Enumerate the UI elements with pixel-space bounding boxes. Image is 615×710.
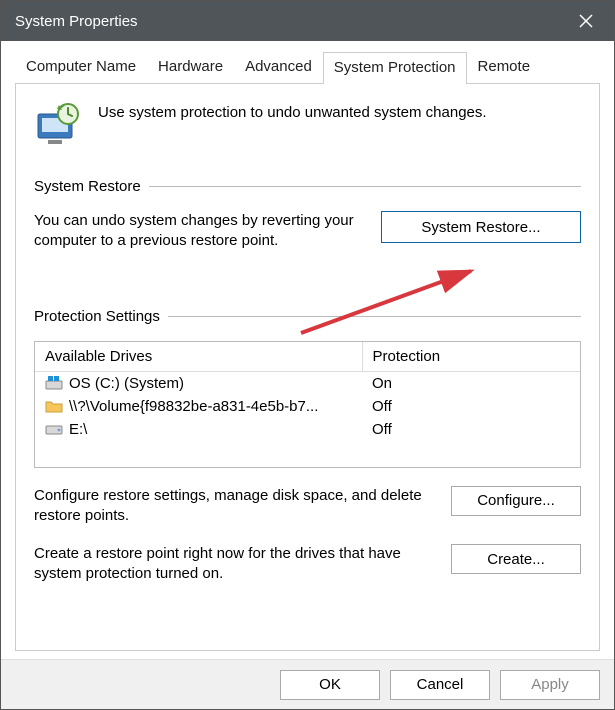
os-drive-icon — [45, 375, 63, 391]
table-row[interactable]: E:\ Off — [35, 418, 580, 441]
close-button[interactable] — [563, 1, 608, 41]
ok-button[interactable]: OK — [280, 670, 380, 700]
drive-name: OS (C:) (System) — [69, 375, 184, 392]
table-row[interactable]: \\?\Volume{f98832be-a831-4e5b-b7... Off — [35, 395, 580, 418]
tab-hardware[interactable]: Hardware — [147, 51, 234, 83]
restore-description: You can undo system changes by reverting… — [34, 211, 363, 252]
dialog-button-bar: OK Cancel Apply — [1, 659, 614, 709]
tab-strip: Computer Name Hardware Advanced System P… — [15, 51, 600, 84]
create-button[interactable]: Create... — [451, 544, 581, 574]
drive-name: E:\ — [69, 421, 87, 438]
col-protection[interactable]: Protection — [362, 342, 580, 372]
drives-table: Available Drives Protection OS (C:) (Sys… — [34, 341, 581, 468]
group-title-restore: System Restore — [34, 178, 141, 195]
system-protection-icon — [34, 100, 82, 148]
tab-panel: Use system protection to undo unwanted s… — [15, 84, 600, 651]
configure-description: Configure restore settings, manage disk … — [34, 486, 433, 527]
group-system-restore: System Restore You can undo system chang… — [34, 178, 581, 252]
group-title-protection: Protection Settings — [34, 308, 160, 325]
apply-button[interactable]: Apply — [500, 670, 600, 700]
tab-remote[interactable]: Remote — [467, 51, 542, 83]
close-icon — [579, 14, 593, 28]
hero-text: Use system protection to undo unwanted s… — [98, 100, 487, 121]
col-available-drives[interactable]: Available Drives — [35, 342, 362, 372]
hero-row: Use system protection to undo unwanted s… — [34, 100, 581, 148]
drive-protection: Off — [362, 418, 580, 441]
cancel-button[interactable]: Cancel — [390, 670, 490, 700]
window-title: System Properties — [15, 13, 563, 30]
drive-protection: On — [362, 371, 580, 395]
dialog-body: Computer Name Hardware Advanced System P… — [1, 41, 614, 659]
drive-protection: Off — [362, 395, 580, 418]
table-row[interactable]: OS (C:) (System) On — [35, 371, 580, 395]
system-restore-button[interactable]: System Restore... — [381, 211, 581, 243]
group-protection-settings: Protection Settings Available Drives Pro… — [34, 308, 581, 585]
titlebar: System Properties — [1, 1, 614, 41]
configure-button[interactable]: Configure... — [451, 486, 581, 516]
drive-icon — [45, 421, 63, 437]
create-description: Create a restore point right now for the… — [34, 544, 433, 585]
folder-icon — [45, 398, 63, 414]
tab-system-protection[interactable]: System Protection — [323, 52, 467, 84]
tab-advanced[interactable]: Advanced — [234, 51, 323, 83]
drive-name: \\?\Volume{f98832be-a831-4e5b-b7... — [69, 398, 318, 415]
system-properties-window: System Properties Computer Name Hardware… — [0, 0, 615, 710]
tab-computer-name[interactable]: Computer Name — [15, 51, 147, 83]
